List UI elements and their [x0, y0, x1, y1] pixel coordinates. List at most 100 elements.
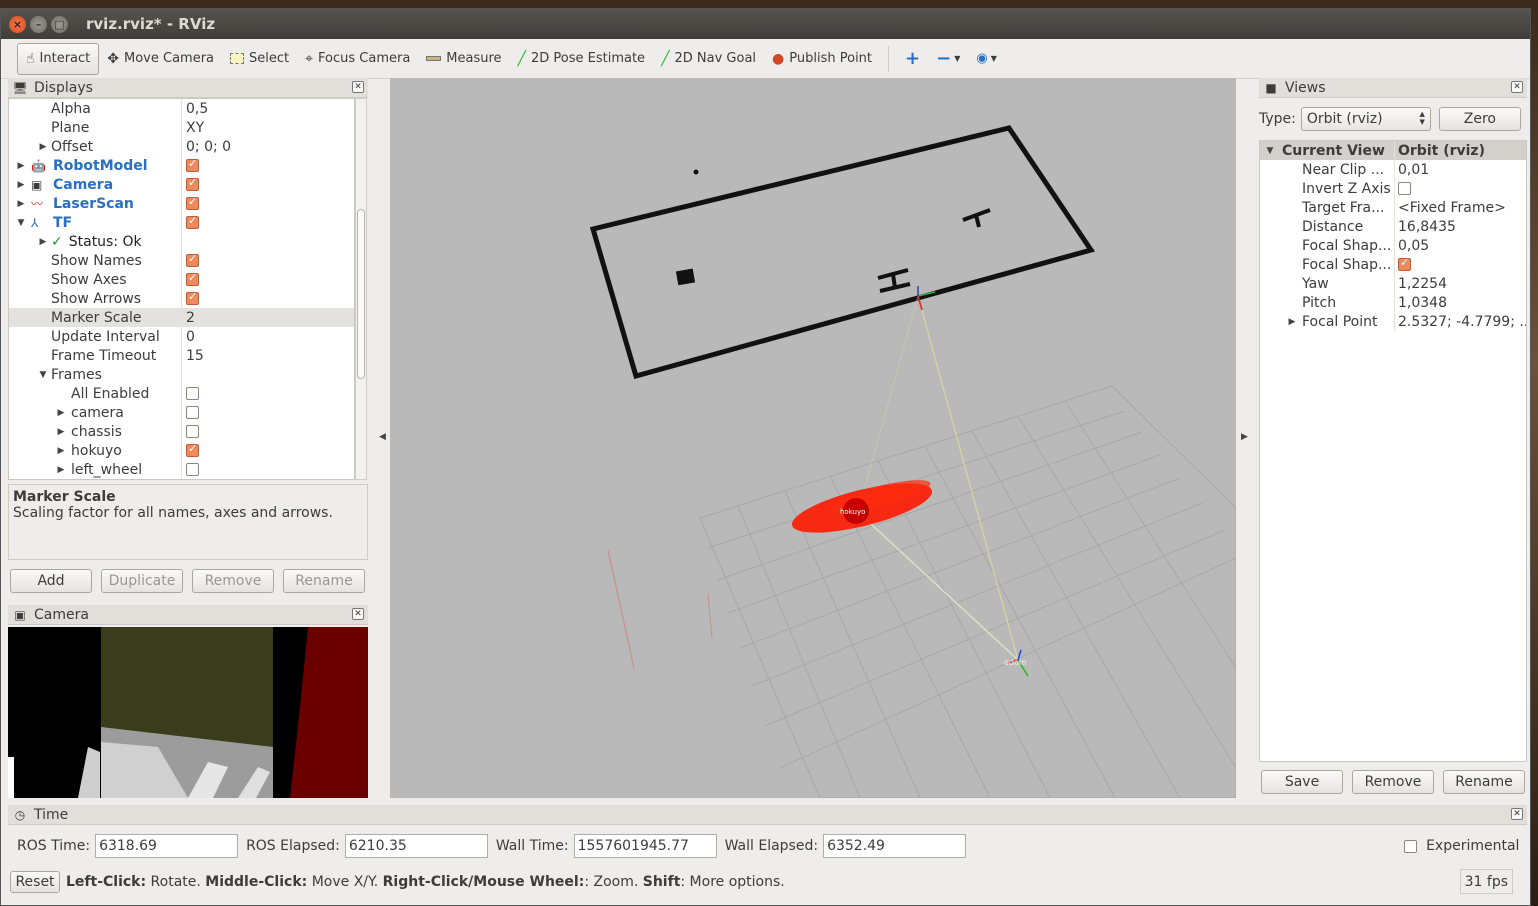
view-row-yaw[interactable]: Yaw 1,2254	[1260, 274, 1526, 293]
view-row-near-clip[interactable]: Near Clip ... 0,01	[1260, 160, 1526, 179]
row-value[interactable]: 0,05	[1398, 238, 1429, 254]
view-row-focal-shape-size[interactable]: Focal Shap... 0,05	[1260, 236, 1526, 255]
close-icon[interactable]: ✕	[352, 608, 364, 620]
row-value[interactable]: 0; 0; 0	[186, 139, 231, 155]
zero-button[interactable]: Zero	[1438, 107, 1521, 131]
enabled-checkbox[interactable]	[186, 442, 199, 457]
enabled-checkbox[interactable]	[186, 425, 199, 438]
remove-display-button[interactable]: Remove	[192, 569, 274, 593]
view-row-focal-point[interactable]: ▶ Focal Point 2.5327; -4.7799; ...	[1260, 312, 1526, 331]
row-value[interactable]: 0	[186, 329, 195, 345]
tree-row-frame-timeout[interactable]: Frame Timeout 15	[9, 346, 354, 365]
invert-z-checkbox[interactable]	[1398, 182, 1411, 195]
enabled-checkbox[interactable]	[186, 387, 199, 400]
save-view-button[interactable]: Save	[1261, 770, 1343, 794]
enabled-checkbox[interactable]	[186, 176, 199, 191]
close-icon[interactable]: ✕	[352, 81, 364, 93]
publish-point-tool-button[interactable]: ● Publish Point	[764, 43, 880, 75]
enabled-checkbox[interactable]	[186, 252, 199, 267]
view-row-target-frame[interactable]: Target Fra... <Fixed Frame>	[1260, 198, 1526, 217]
expand-arrow-icon[interactable]: ▶	[55, 408, 67, 418]
close-icon[interactable]: ✕	[1511, 808, 1523, 820]
expand-arrow-icon[interactable]: ▶	[37, 142, 49, 152]
tree-row-show-names[interactable]: Show Names	[9, 251, 354, 270]
row-value[interactable]: 2	[186, 310, 195, 326]
tree-row-frames[interactable]: ▼ Frames	[9, 365, 354, 384]
tree-row-plane[interactable]: Plane XY	[9, 118, 354, 137]
add-display-button[interactable]: Add	[10, 569, 92, 593]
close-icon[interactable]: ✕	[1511, 81, 1523, 93]
tool-properties-button[interactable]: ◉ ▼	[968, 43, 1005, 75]
view-row-focal-shape-fixed[interactable]: Focal Shap...	[1260, 255, 1526, 274]
collapse-right-panel-icon[interactable]: ▶	[1241, 432, 1248, 442]
row-value[interactable]: 0,5	[186, 101, 208, 117]
row-value[interactable]: 0,01	[1398, 162, 1429, 178]
view-row-pitch[interactable]: Pitch 1,0348	[1260, 293, 1526, 312]
enabled-checkbox[interactable]	[186, 214, 199, 229]
tree-row-alpha[interactable]: Alpha 0,5	[9, 99, 354, 118]
nav-goal-tool-button[interactable]: ╱ 2D Nav Goal	[653, 43, 764, 75]
experimental-checkbox[interactable]	[1404, 839, 1418, 853]
expand-arrow-icon[interactable]: ▶	[55, 427, 67, 437]
measure-tool-button[interactable]: Measure	[418, 43, 509, 75]
scrollbar-thumb[interactable]	[357, 209, 365, 379]
ros-time-field[interactable]: 6318.69	[95, 834, 239, 858]
enabled-checkbox[interactable]	[186, 157, 199, 172]
tree-row-frame-hokuyo[interactable]: ▶ hokuyo	[9, 441, 354, 460]
tree-row-robotmodel[interactable]: ▶ 🤖 RobotModel	[9, 156, 354, 175]
tree-row-camera[interactable]: ▶ ▣ Camera	[9, 175, 354, 194]
row-value[interactable]: 1,0348	[1398, 295, 1447, 311]
wall-elapsed-field[interactable]: 6352.49	[823, 834, 967, 858]
collapse-arrow-icon[interactable]: ▼	[15, 218, 27, 228]
expand-arrow-icon[interactable]: ▶	[37, 237, 49, 247]
close-window-button[interactable]: ×	[9, 15, 26, 33]
expand-arrow-icon[interactable]: ▶	[15, 161, 27, 171]
reset-button[interactable]: Reset	[10, 870, 60, 893]
tree-row-show-arrows[interactable]: Show Arrows	[9, 289, 354, 308]
rename-view-button[interactable]: Rename	[1443, 770, 1525, 794]
collapse-arrow-icon[interactable]: ▼	[37, 370, 49, 380]
row-value[interactable]: 2.5327; -4.7799; ...	[1398, 314, 1526, 330]
maximize-window-button[interactable]: □	[51, 15, 68, 33]
pose-estimate-tool-button[interactable]: ╱ 2D Pose Estimate	[510, 43, 654, 75]
remove-view-button[interactable]: Remove	[1352, 770, 1434, 794]
row-value[interactable]: 1,2254	[1398, 276, 1447, 292]
3d-viewport[interactable]: hokuyo odom	[390, 78, 1236, 798]
tree-row-laserscan[interactable]: ▶ 〰 LaserScan	[9, 194, 354, 213]
view-row-distance[interactable]: Distance 16,8435	[1260, 217, 1526, 236]
tree-row-update-interval[interactable]: Update Interval 0	[9, 327, 354, 346]
row-value[interactable]: 16,8435	[1398, 219, 1456, 235]
focal-shape-checkbox[interactable]	[1398, 256, 1411, 271]
expand-arrow-icon[interactable]: ▶	[15, 199, 27, 209]
interact-tool-button[interactable]: ☝ Interact	[17, 42, 100, 75]
tree-row-frame-camera[interactable]: ▶ camera	[9, 403, 354, 422]
row-value[interactable]: XY	[186, 120, 204, 136]
duplicate-display-button[interactable]: Duplicate	[101, 569, 183, 593]
collapse-left-panel-icon[interactable]: ◀	[379, 432, 386, 442]
remove-tool-button[interactable]: − ▼	[928, 43, 968, 75]
tree-row-tf[interactable]: ▼ ⅄ TF	[9, 213, 354, 232]
tree-row-all-enabled[interactable]: All Enabled	[9, 384, 354, 403]
move-camera-tool-button[interactable]: ✥ Move Camera	[99, 43, 222, 75]
expand-arrow-icon[interactable]: ▶	[55, 446, 67, 456]
row-value[interactable]: 15	[186, 348, 204, 364]
view-type-select[interactable]: Orbit (rviz) ▲ ▼	[1300, 107, 1431, 131]
collapse-arrow-icon[interactable]: ▼	[1264, 146, 1276, 156]
tree-row-show-axes[interactable]: Show Axes	[9, 270, 354, 289]
rename-display-button[interactable]: Rename	[283, 569, 365, 593]
wall-time-field[interactable]: 1557601945.77	[573, 834, 717, 858]
enabled-checkbox[interactable]	[186, 271, 199, 286]
minimize-window-button[interactable]: –	[30, 15, 47, 33]
enabled-checkbox[interactable]	[186, 463, 199, 476]
tree-row-marker-scale[interactable]: Marker Scale 2	[9, 308, 354, 327]
tree-row-status[interactable]: ▶ ✓ Status: Ok	[9, 232, 354, 251]
enabled-checkbox[interactable]	[186, 195, 199, 210]
focus-camera-tool-button[interactable]: ⌖ Focus Camera	[297, 43, 418, 75]
current-view-row[interactable]: ▼ Current View Orbit (rviz)	[1260, 141, 1526, 160]
displays-scrollbar[interactable]	[355, 98, 367, 480]
enabled-checkbox[interactable]	[186, 406, 199, 419]
expand-arrow-icon[interactable]: ▶	[1286, 317, 1298, 327]
tree-row-frame-left-wheel[interactable]: ▶ left_wheel	[9, 460, 354, 479]
view-row-invert-z[interactable]: Invert Z Axis	[1260, 179, 1526, 198]
expand-arrow-icon[interactable]: ▶	[15, 180, 27, 190]
